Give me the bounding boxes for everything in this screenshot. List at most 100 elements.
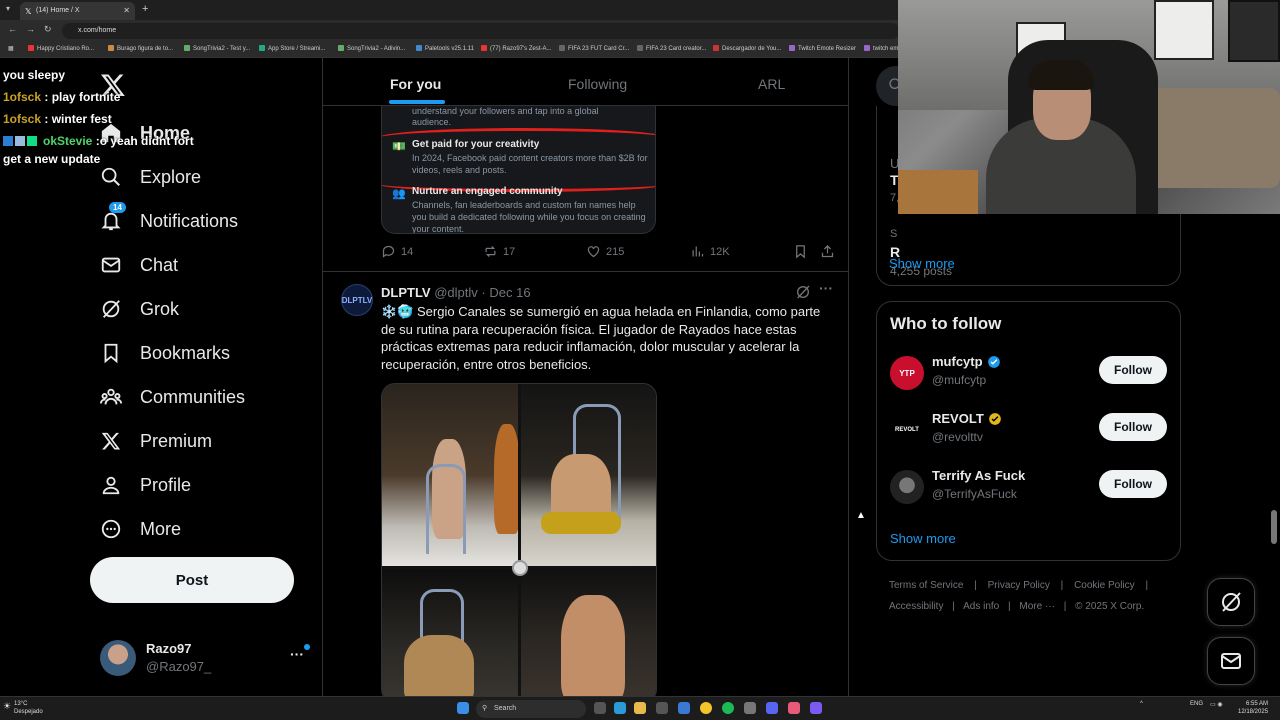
post-header: DLPTLV @dlptlv · Dec 16 [381, 285, 531, 300]
bookmark-10[interactable]: Twitch Emote Resizer [789, 45, 856, 52]
clock[interactable]: 6:55 AM 12/18/2025 [1238, 700, 1268, 716]
tab-title: (14) Home / X [36, 7, 80, 14]
post-button[interactable]: Post [90, 557, 294, 603]
post-photo-1[interactable] [382, 384, 518, 566]
grok-icon[interactable] [795, 284, 811, 300]
account-name: Razo97 [146, 641, 192, 656]
follow-button[interactable]: Follow [1099, 470, 1167, 498]
follow-suggestion[interactable]: Terrify As Fuck @TerrifyAsFuck Follow [890, 468, 1170, 508]
more-circle-icon [100, 518, 122, 540]
account-switcher[interactable]: Razo97 @Razo97_ ··· [100, 638, 312, 678]
bookmark-4[interactable]: SongTrivia2 - Adivin... [338, 45, 405, 52]
footer-link[interactable]: Terms of Service [889, 580, 963, 591]
more-dots-icon[interactable]: ··· [290, 646, 304, 662]
post-author-handle[interactable]: @dlptlv [434, 285, 478, 300]
discord-icon[interactable] [766, 702, 778, 714]
new-tab-icon[interactable]: + [142, 3, 148, 15]
tray-chevron-icon[interactable]: ^ [1140, 701, 1143, 707]
tab-menu-icon[interactable]: ▾ [6, 4, 10, 13]
views-button[interactable]: 12K [690, 244, 730, 259]
webcam-overlay [898, 0, 1280, 214]
who-to-follow-panel: Who to follow YTP mufcytp @mufcytp Follo… [876, 301, 1181, 561]
post-photo-3[interactable] [382, 569, 518, 696]
footer-link[interactable]: More ··· [1019, 601, 1055, 612]
url-field[interactable]: x.com/home [62, 23, 900, 39]
reply-button[interactable]: 14 [381, 244, 413, 259]
footer-link[interactable]: Ads info [963, 601, 999, 612]
follow-suggestion[interactable]: REVOLT REVOLT @revolttv Follow [890, 411, 1170, 451]
windows-start-icon[interactable] [457, 702, 469, 714]
footer-link[interactable]: Accessibility [889, 601, 943, 612]
apps-icon[interactable]: ▦ [8, 45, 14, 52]
language-indicator[interactable]: ENG [1190, 701, 1203, 707]
bookmark-3[interactable]: App Store / Streami... [259, 45, 325, 52]
bookmark-button[interactable] [793, 244, 813, 259]
spotify-icon[interactable] [722, 702, 734, 714]
nav-chat[interactable]: Chat [100, 250, 178, 280]
browser-tab[interactable]: 𝕏 (14) Home / X ✕ [20, 2, 135, 20]
close-tab-icon[interactable]: ✕ [123, 6, 130, 15]
copyright: © 2025 X Corp. [1075, 601, 1145, 612]
tab-for-you[interactable]: For you [390, 76, 441, 92]
edge-icon[interactable] [614, 702, 626, 714]
bookmark-7[interactable]: FIFA 23 FUT Card Cr... [559, 45, 629, 52]
reload-icon[interactable]: ↻ [44, 24, 52, 35]
post-media-grid[interactable] [381, 383, 657, 696]
nav-premium[interactable]: Premium [100, 426, 212, 456]
nav-bookmarks[interactable]: Bookmarks [100, 338, 230, 368]
post-author-name[interactable]: DLPTLV [381, 285, 431, 300]
repost-button[interactable]: 17 [483, 244, 515, 259]
show-more-link[interactable]: Show more [889, 256, 955, 271]
mail-app-icon[interactable] [678, 702, 690, 714]
nav-communities[interactable]: Communities [100, 382, 245, 412]
post-date[interactable]: Dec 16 [489, 285, 530, 300]
music-app-icon[interactable] [788, 702, 800, 714]
forward-icon[interactable]: → [26, 24, 35, 34]
bookmark-9[interactable]: Descargador de You... [713, 45, 781, 52]
task-view-icon[interactable] [594, 702, 606, 714]
tab-arl[interactable]: ARL [758, 76, 785, 92]
nav-notifications[interactable]: 14 Notifications [100, 202, 238, 236]
taskbar-search[interactable]: ⚲ Search [476, 700, 586, 718]
follow-button[interactable]: Follow [1099, 413, 1167, 441]
app-icon[interactable] [810, 702, 822, 714]
show-more-link[interactable]: Show more [890, 531, 956, 546]
bookmark-5[interactable]: Paletools v25.1.11 [416, 45, 474, 52]
share-icon [821, 244, 834, 258]
community-icon: 👥 [392, 188, 406, 200]
messages-fab-button[interactable] [1207, 637, 1255, 685]
bookmark-0[interactable]: Happy Cristiano Ro... [28, 45, 94, 52]
bookmark-11[interactable]: twitch em [864, 45, 898, 52]
bookmark-1[interactable]: Burago figura de to... [108, 45, 173, 52]
file-explorer-icon[interactable] [634, 702, 646, 714]
footer-link[interactable]: Privacy Policy [988, 580, 1050, 591]
nav-more[interactable]: More [100, 514, 181, 544]
bookmark-6[interactable]: (77) Razo97's Zest-A... [481, 45, 552, 52]
weather-desc: Despejado [14, 709, 43, 715]
bookmark-2[interactable]: SongTrivia2 - Test y... [184, 45, 250, 52]
chrome-icon[interactable] [700, 702, 712, 714]
grok-fab-button[interactable] [1207, 578, 1255, 626]
more-dots-icon[interactable]: ··· [819, 280, 833, 296]
nav-grok[interactable]: Grok [100, 294, 179, 324]
share-button[interactable] [820, 244, 840, 259]
trend-context: S [890, 228, 898, 240]
tab-following[interactable]: Following [568, 76, 627, 92]
nav-profile[interactable]: Profile [100, 470, 191, 500]
post-photo-2[interactable] [521, 384, 656, 566]
post-photo-4[interactable] [521, 569, 656, 696]
follow-suggestion[interactable]: YTP mufcytp @mufcytp Follow [890, 354, 1170, 394]
promo-card-image[interactable]: understand your followers and tap into a… [381, 106, 656, 234]
page-scrollbar[interactable] [1271, 510, 1277, 544]
bookmark-8[interactable]: FIFA 23 Card creator... [637, 45, 706, 52]
app-icon[interactable] [744, 702, 756, 714]
avatar[interactable]: DLPTLV [341, 284, 373, 316]
weather-widget[interactable]: 13°C Despejado [14, 700, 43, 716]
store-icon[interactable] [656, 702, 668, 714]
back-icon[interactable]: ← [8, 24, 17, 34]
grok-icon [1222, 592, 1241, 612]
footer-link[interactable]: Cookie Policy [1074, 580, 1135, 591]
follow-button[interactable]: Follow [1099, 356, 1167, 384]
tray-network-icon[interactable]: ▭ ◉ [1210, 701, 1223, 708]
like-button[interactable]: 215 [586, 244, 624, 259]
